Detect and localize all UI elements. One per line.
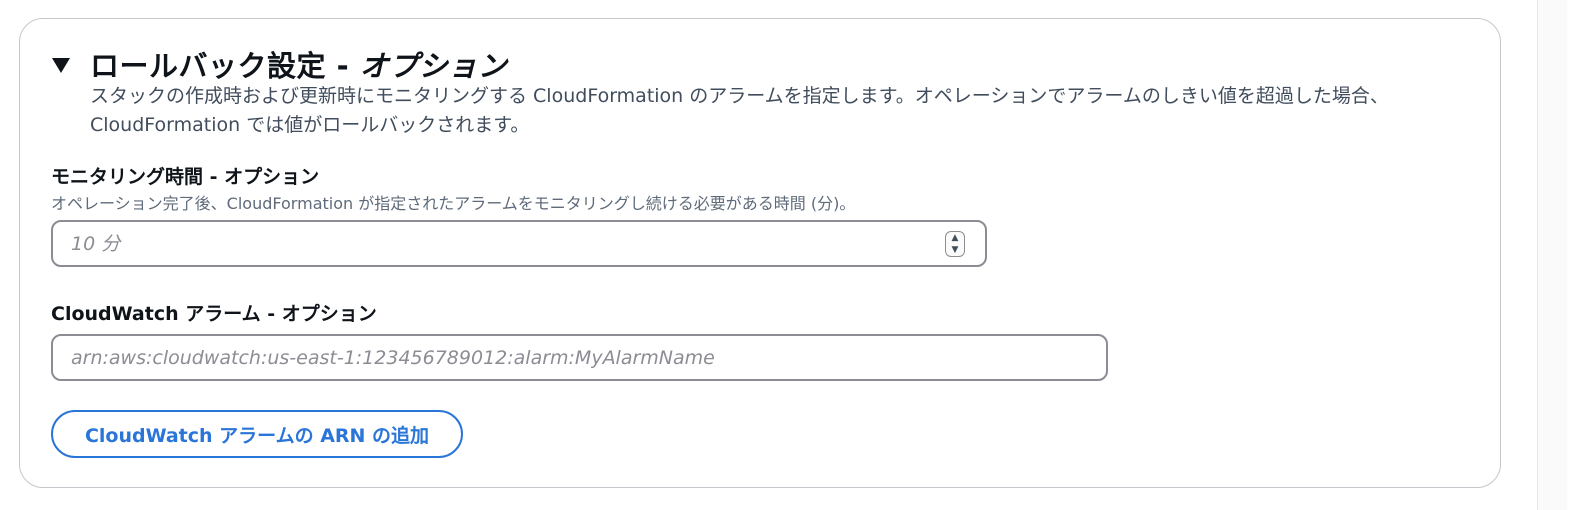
cloudwatch-alarm-field [51, 334, 1108, 381]
monitoring-time-hint: オペレーション完了後、CloudFormation が指定されたアラームをモニタ… [51, 194, 856, 213]
scrollbar[interactable] [1537, 0, 1567, 510]
caret-down-icon[interactable] [52, 57, 70, 73]
monitoring-time-label: モニタリング時間 - オプション [51, 166, 320, 188]
monitoring-time-input[interactable] [53, 222, 985, 265]
cloudwatch-alarm-input[interactable] [53, 336, 1106, 379]
section-title-optional: オプション [359, 49, 508, 83]
section-title-separator: - [326, 49, 360, 83]
number-stepper-icon[interactable]: ▲ ▼ [945, 231, 965, 257]
section-title-main: ロールバック設定 [90, 49, 327, 83]
add-alarm-arn-button[interactable]: CloudWatch アラームの ARN の追加 [51, 410, 463, 458]
stepper-down-icon[interactable]: ▼ [952, 245, 959, 255]
section-title: ロールバック設定 - オプション [90, 43, 507, 85]
monitoring-time-field: ▲ ▼ [51, 220, 987, 267]
section-description: スタックの作成時および更新時にモニタリングする CloudFormation の… [90, 85, 1389, 136]
rollback-settings-header[interactable]: ロールバック設定 - オプション [52, 44, 507, 84]
stepper-up-icon[interactable]: ▲ [952, 233, 959, 243]
page: ロールバック設定 - オプション スタックの作成時および更新時にモニタリングする… [0, 0, 1578, 510]
cloudwatch-alarm-label: CloudWatch アラーム - オプション [51, 303, 377, 325]
